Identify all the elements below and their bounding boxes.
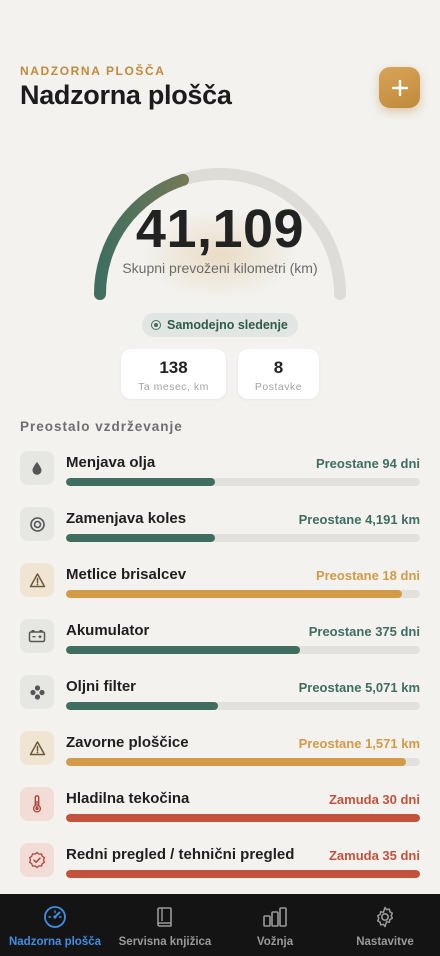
stat-card-items: 8 Postavke — [238, 349, 319, 399]
maintenance-progress-fill — [66, 758, 406, 766]
maintenance-item-brake-pads[interactable]: Zavorne ploščice Preostane 1,571 km — [20, 731, 420, 787]
maintenance-item-status: Zamuda 30 dni — [328, 792, 420, 807]
maintenance-item-status: Preostane 18 dni — [315, 568, 420, 583]
maintenance-progress-fill — [66, 702, 219, 710]
stat-value: 138 — [159, 358, 188, 377]
maintenance-progress-fill — [66, 590, 403, 598]
tab-label: Vožnja — [256, 936, 294, 948]
maintenance-progress-track — [66, 478, 420, 486]
tab-label: Nastavitve — [356, 936, 414, 948]
page-eyebrow: NADZORNA PLOŠČA — [20, 64, 166, 78]
maintenance-progress-track — [66, 590, 420, 598]
maintenance-item-oil-filter[interactable]: Oljni filter Preostane 5,071 km — [20, 675, 420, 731]
maintenance-item-status: Preostane 5,071 km — [298, 680, 420, 695]
stat-label: Postavke — [254, 381, 303, 393]
filter-icon — [20, 675, 54, 709]
maintenance-progress-fill — [66, 814, 420, 822]
maintenance-item-oil-change[interactable]: Menjava olja Preostane 94 dni — [20, 451, 420, 507]
maintenance-item-name: Akumulator — [66, 622, 150, 639]
droplet-icon — [20, 451, 54, 485]
maintenance-item-name: Hladilna tekočina — [66, 790, 190, 807]
plus-icon — [391, 79, 408, 96]
maintenance-item-status: Preostane 1,571 km — [298, 736, 420, 751]
stat-card-month: 138 Ta mesec, km — [121, 349, 226, 399]
tire-icon — [20, 507, 54, 541]
maintenance-item-name: Metlice brisalcev — [66, 566, 187, 583]
tab-settings[interactable]: Nastavitve — [330, 894, 440, 956]
maintenance-item-status: Preostane 375 dni — [308, 624, 420, 639]
maintenance-item-name: Redni pregled / tehnični pregled — [66, 846, 295, 863]
maintenance-item-status: Preostane 94 dni — [315, 456, 420, 471]
maintenance-section-title: Preostalo vzdrževanje — [20, 419, 183, 434]
warning-icon — [20, 731, 54, 765]
maintenance-progress-fill — [66, 478, 215, 486]
maintenance-progress-fill — [66, 646, 300, 654]
maintenance-item-coolant[interactable]: Hladilna tekočina Zamuda 30 dni — [20, 787, 420, 843]
maintenance-progress-track — [66, 646, 420, 654]
stat-value: 8 — [273, 358, 284, 377]
tab-bar: Nadzorna plošča Servisna knjižica Vožnja… — [0, 894, 440, 956]
maintenance-item-name: Zavorne ploščice — [66, 734, 189, 751]
page-title: Nadzorna plošča — [20, 80, 232, 110]
total-mileage-label: Skupni prevoženi kilometri (km) — [122, 260, 318, 276]
battery-icon — [20, 619, 54, 653]
book-icon — [157, 907, 172, 927]
auto-tracking-toggle[interactable]: Samodejno sledenje — [142, 313, 298, 337]
add-button[interactable] — [379, 67, 420, 108]
maintenance-item-name: Zamenjava koles — [66, 510, 187, 527]
maintenance-item-status: Zamuda 35 dni — [328, 848, 420, 863]
auto-tracking-label: Samodejno sledenje — [167, 318, 288, 332]
maintenance-progress-fill — [66, 534, 215, 542]
total-mileage-value: 41,109 — [135, 199, 305, 259]
tab-driving[interactable]: Vožnja — [220, 894, 330, 956]
thermometer-icon — [20, 787, 54, 821]
speedometer-icon — [44, 906, 66, 928]
bar-chart-icon — [263, 907, 287, 927]
tab-label: Nadzorna plošča — [8, 936, 102, 948]
tab-label: Servisna knjižica — [118, 936, 212, 948]
maintenance-item-tire-change[interactable]: Zamenjava koles Preostane 4,191 km — [20, 507, 420, 563]
maintenance-progress-track — [66, 870, 420, 878]
maintenance-item-name: Menjava olja — [66, 454, 156, 471]
maintenance-progress-fill — [66, 870, 420, 878]
maintenance-progress-track — [66, 702, 420, 710]
gear-icon — [376, 906, 394, 928]
maintenance-item-inspection[interactable]: Redni pregled / tehnični pregled Zamuda … — [20, 843, 420, 899]
check-badge-icon — [20, 843, 54, 877]
maintenance-progress-track — [66, 814, 420, 822]
maintenance-item-wipers[interactable]: Metlice brisalcev Preostane 18 dni — [20, 563, 420, 619]
maintenance-item-name: Oljni filter — [66, 678, 137, 695]
tracking-indicator-icon — [151, 320, 161, 330]
tab-service-book[interactable]: Servisna knjižica — [110, 894, 220, 956]
maintenance-progress-track — [66, 758, 420, 766]
warning-icon — [20, 563, 54, 597]
maintenance-progress-track — [66, 534, 420, 542]
maintenance-item-battery[interactable]: Akumulator Preostane 375 dni — [20, 619, 420, 675]
stat-label: Ta mesec, km — [138, 381, 209, 393]
tab-dashboard[interactable]: Nadzorna plošča — [0, 894, 110, 956]
maintenance-item-status: Preostane 4,191 km — [298, 512, 420, 527]
